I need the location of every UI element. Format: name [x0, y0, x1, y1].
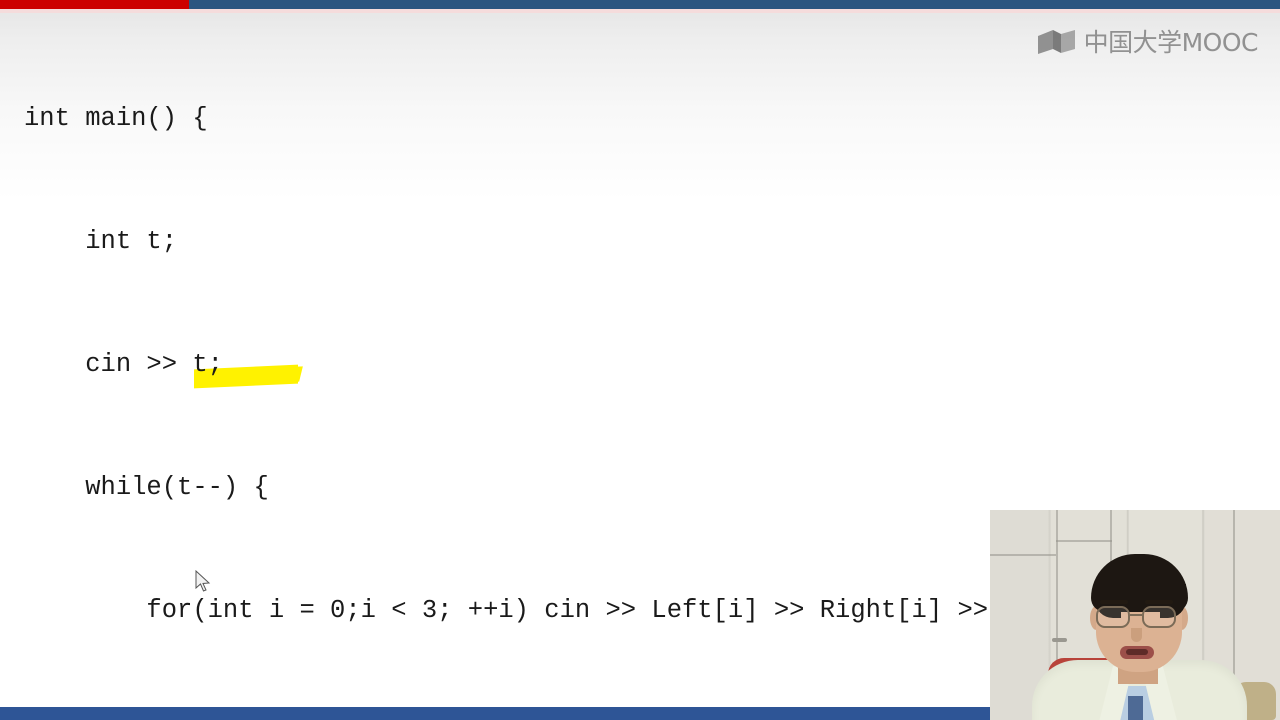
- wardrobe-seam: [1056, 540, 1112, 542]
- presenter-glasses-left: [1096, 606, 1130, 628]
- presenter-video-overlay[interactable]: [990, 510, 1280, 720]
- presenter-nose: [1131, 628, 1142, 642]
- code-line: cin >> t;: [24, 350, 223, 379]
- mooc-logo: 中国大学MOOC: [1037, 27, 1259, 57]
- video-progress-fill: [0, 0, 190, 9]
- presenter-tie: [1128, 696, 1143, 720]
- presenter-eyebrow-left: [1100, 600, 1128, 604]
- wardrobe-seam: [990, 554, 1056, 556]
- code-line: while(t--) {: [24, 473, 269, 502]
- mouse-cursor-icon: [195, 570, 211, 592]
- presenter-eyebrow-right: [1145, 600, 1173, 604]
- presenter-glasses-bridge: [1130, 614, 1142, 616]
- progress-underline: [0, 9, 1280, 13]
- door-handle: [1052, 638, 1067, 642]
- presenter-mouth-inner: [1126, 649, 1148, 655]
- book-logo-icon: [1037, 30, 1075, 54]
- video-progress-track[interactable]: [0, 0, 1280, 9]
- code-line: int t;: [24, 227, 178, 256]
- presenter-glasses-right: [1142, 606, 1176, 628]
- mooc-logo-text: 中国大学MOOC: [1083, 27, 1259, 57]
- code-line: int main() {: [24, 104, 208, 133]
